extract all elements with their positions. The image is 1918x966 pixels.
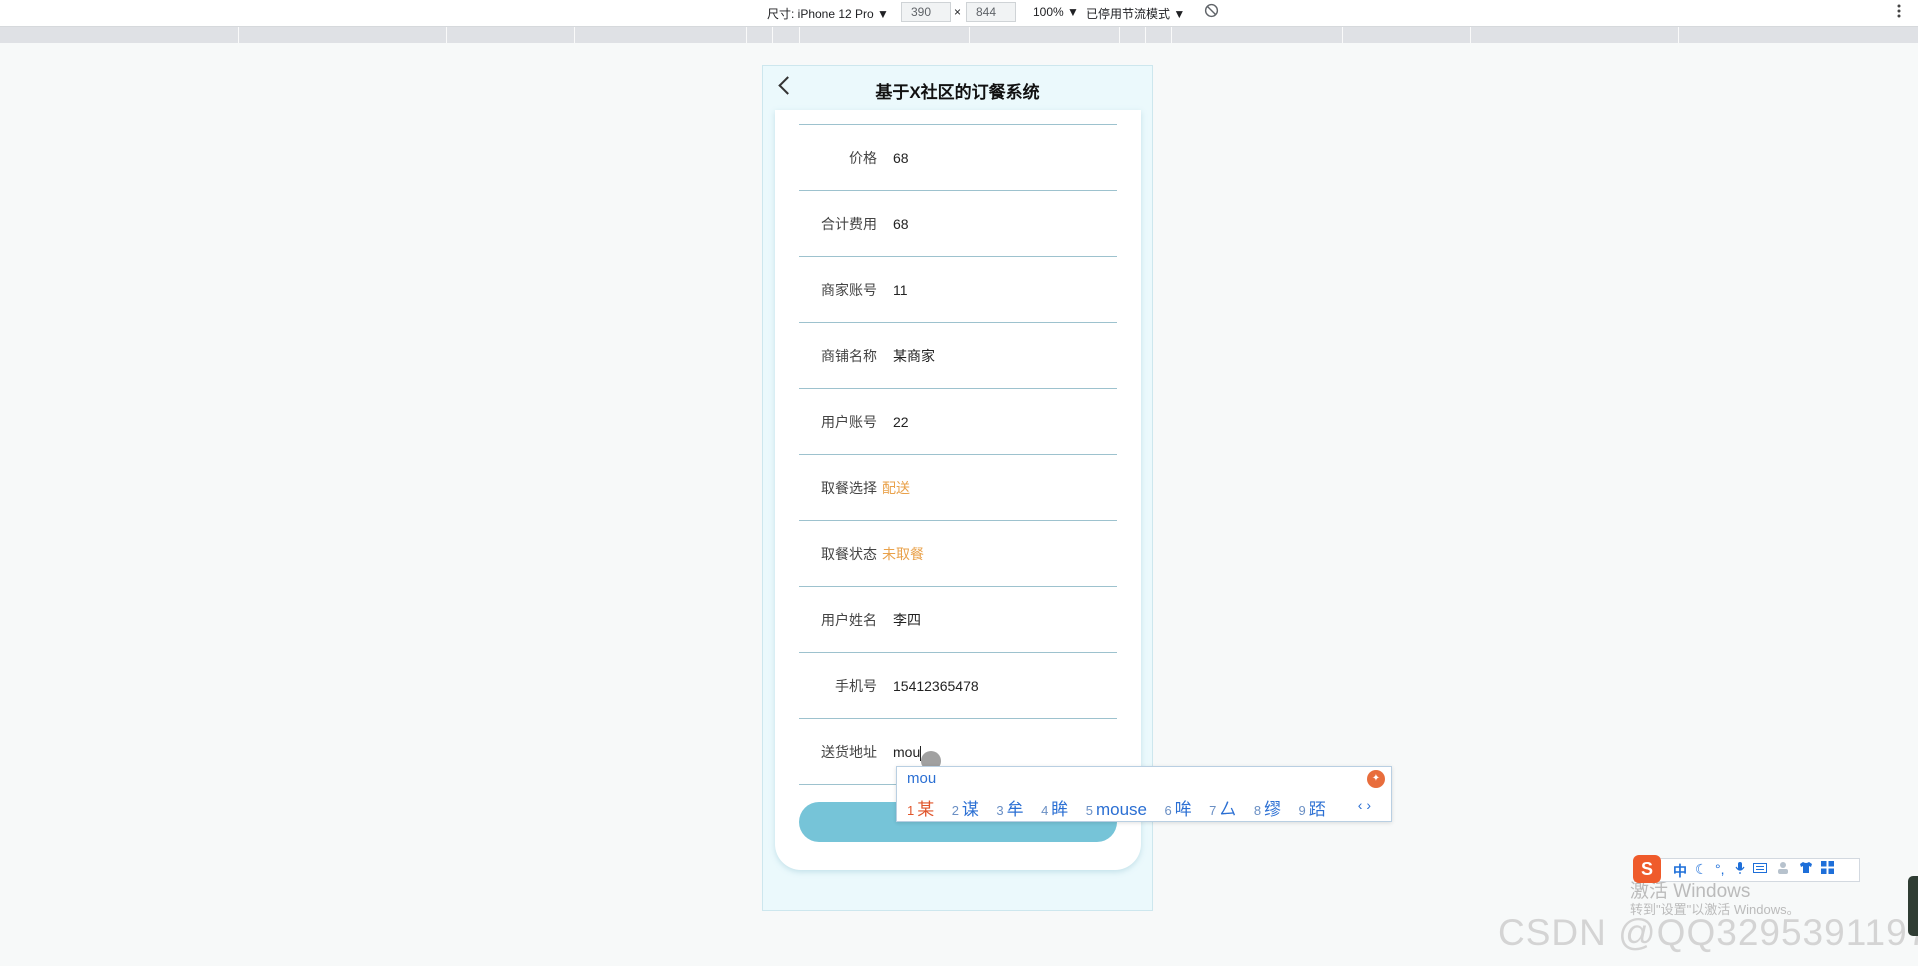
row-label: 手机号: [835, 678, 877, 694]
total-field[interactable]: 68: [893, 191, 909, 257]
sogou-logo-icon[interactable]: S: [1633, 855, 1661, 883]
order-detail-form: 价格 68 合计费用 68 商家账号 11 商铺名称 某商家 用户账号 22 取…: [775, 110, 1141, 870]
ruler-tick: [1342, 27, 1343, 43]
ime-pager[interactable]: ‹ ›: [1358, 797, 1371, 813]
ruler-tick: [746, 27, 747, 43]
microphone-icon[interactable]: [1735, 861, 1745, 878]
ruler-tick: [446, 27, 447, 43]
ruler-tick: [574, 27, 575, 43]
ruler-tick: [1145, 27, 1146, 43]
price-field[interactable]: 68: [893, 125, 909, 191]
devtools-toolbar: 尺寸: iPhone 12 Pro ▼ 390 × 844 100% ▼ 已停用…: [0, 0, 1918, 27]
height-input[interactable]: 844: [966, 2, 1016, 22]
row-label: 取餐状态: [821, 546, 877, 562]
user-icon[interactable]: [1777, 861, 1789, 877]
pickup-method-select[interactable]: 配送: [882, 455, 910, 521]
ime-candidate[interactable]: 4眸: [1041, 795, 1068, 820]
device-select[interactable]: 尺寸: iPhone 12 Pro ▼: [767, 5, 889, 22]
ime-candidate[interactable]: 3牟: [996, 795, 1023, 820]
row-label: 送货地址: [821, 744, 877, 760]
csdn-watermark: CSDN @QQ3295391197: [1498, 912, 1918, 953]
toolbox-grid-icon[interactable]: [1821, 861, 1834, 877]
page-title: 基于X社区的订餐系统: [875, 83, 1040, 102]
ruler-tick: [1171, 27, 1172, 43]
ruler-tick: [1678, 27, 1679, 43]
nav-bar: 基于X社区的订餐系统: [763, 66, 1152, 110]
media-query-ruler[interactable]: [0, 27, 1918, 43]
form-row-user-name: 用户姓名 李四: [775, 587, 1141, 653]
ime-candidate[interactable]: 6哞: [1164, 795, 1191, 820]
ime-candidate-list: 1某 2谋 3牟 4眸 5 mouse 6哞 7厶 8缪 9踎: [907, 795, 1339, 820]
form-row-phone: 手机号 15412365478: [775, 653, 1141, 719]
throttle-select[interactable]: 已停用节流模式 ▼: [1086, 5, 1185, 22]
row-label: 取餐选择: [821, 480, 877, 496]
ime-composition: mou: [907, 770, 937, 787]
row-label: 商家账号: [821, 282, 877, 298]
moon-icon[interactable]: ☾: [1695, 861, 1708, 878]
row-label: 价格: [849, 150, 877, 166]
chinese-mode-toggle[interactable]: 中: [1673, 861, 1687, 881]
shop-name-field[interactable]: 某商家: [893, 323, 935, 389]
row-label: 合计费用: [821, 216, 877, 232]
row-label: 用户账号: [821, 414, 877, 430]
ime-candidate[interactable]: 7厶: [1209, 795, 1236, 820]
form-row-price: 价格 68: [775, 125, 1141, 191]
more-vert-icon[interactable]: [1897, 3, 1901, 22]
user-name-field[interactable]: 李四: [893, 587, 921, 653]
ruler-tick: [969, 27, 970, 43]
pickup-status-select[interactable]: 未取餐: [882, 521, 924, 587]
row-label: 用户姓名: [821, 612, 877, 628]
ruler-tick: [799, 27, 800, 43]
ime-candidate-window: mou ✦ 1某 2谋 3牟 4眸 5 mouse 6哞 7厶 8缪 9踎 ‹ ›: [896, 766, 1392, 822]
ime-status-bar: S 中 ☾ °,: [1633, 855, 1860, 883]
keyboard-icon[interactable]: [1753, 861, 1767, 877]
width-input[interactable]: 390: [901, 2, 951, 22]
ime-candidate[interactable]: 9踎: [1299, 795, 1326, 820]
form-row-pickup-status: 取餐状态 未取餐: [775, 521, 1141, 587]
times-sign: ×: [954, 5, 962, 19]
ime-candidate[interactable]: 8缪: [1254, 795, 1281, 820]
rotate-icon[interactable]: [1204, 3, 1219, 21]
ime-candidate[interactable]: 2谋: [952, 795, 979, 820]
form-row-merchant-account: 商家账号 11: [775, 257, 1141, 323]
form-row-pickup-method: 取餐选择 配送: [775, 455, 1141, 521]
merchant-account-field[interactable]: 11: [893, 257, 908, 323]
form-row-user-account: 用户账号 22: [775, 389, 1141, 455]
user-account-field[interactable]: 22: [893, 389, 909, 455]
form-row-shop-name: 商铺名称 某商家: [775, 323, 1141, 389]
skin-shirt-icon[interactable]: [1799, 861, 1813, 877]
ruler-tick: [238, 27, 239, 43]
address-value: mou: [893, 744, 921, 760]
phone-field[interactable]: 15412365478: [893, 653, 979, 719]
ime-candidate[interactable]: 5 mouse: [1086, 800, 1147, 820]
punctuation-icon[interactable]: °,: [1715, 861, 1725, 877]
ruler-tick: [1119, 27, 1120, 43]
skin-icon[interactable]: ✦: [1367, 770, 1385, 788]
ruler-tick: [1470, 27, 1471, 43]
zoom-select[interactable]: 100% ▼: [1033, 5, 1079, 19]
side-panel-tab[interactable]: [1908, 876, 1918, 936]
row-label: 商铺名称: [821, 348, 877, 364]
form-row-total: 合计费用 68: [775, 191, 1141, 257]
ruler-tick: [772, 27, 773, 43]
ime-candidate[interactable]: 1某: [907, 795, 934, 820]
